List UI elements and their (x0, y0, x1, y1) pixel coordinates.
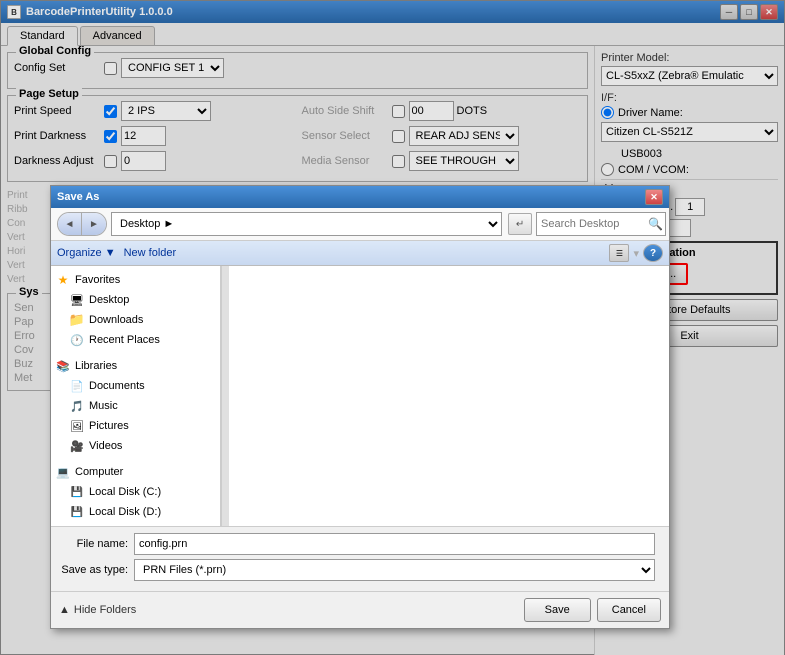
desktop-icon: 🖥 (69, 292, 85, 308)
hide-folders-label: Hide Folders (74, 604, 136, 616)
local-disk-c-label: Local Disk (C:) (89, 486, 161, 498)
action-buttons: Save Cancel (524, 598, 661, 622)
documents-label: Documents (89, 380, 145, 392)
file-list[interactable] (229, 266, 669, 526)
tree-item-music[interactable]: 🎵 Music (69, 396, 216, 416)
organize-bar: Organize ▼ New folder ☰ ▾ ? (51, 241, 669, 266)
dialog-close-button[interactable]: ✕ (645, 189, 663, 205)
view-icons-group: ☰ ▾ ? (609, 244, 663, 262)
save-as-type-combo[interactable]: PRN Files (*.prn) (134, 559, 655, 581)
favorites-label: Favorites (75, 274, 120, 286)
recent-places-icon: 🕐 (69, 332, 85, 348)
nav-forward-button[interactable]: ► (82, 213, 106, 235)
dialog-title: Save As (57, 191, 99, 203)
tree-item-computer[interactable]: 💻 Computer (55, 462, 216, 482)
local-disk-d-label: Local Disk (D:) (89, 506, 161, 518)
save-button[interactable]: Save (524, 598, 591, 622)
local-disk-d-icon: 💾 (69, 504, 85, 520)
dialog-toolbar: ◄ ► Desktop ► ↵ 🔍 (51, 208, 669, 241)
tree-item-desktop[interactable]: 🖥 Desktop (69, 290, 216, 310)
dialog-bottom: File name: Save as type: PRN Files (*.pr… (51, 526, 669, 591)
tree-item-local-disk-d[interactable]: 💾 Local Disk (D:) (69, 502, 216, 522)
new-folder-button[interactable]: New folder (124, 247, 177, 259)
music-label: Music (89, 400, 118, 412)
music-icon: 🎵 (69, 398, 85, 414)
recent-places-label: Recent Places (89, 334, 160, 346)
local-disk-c-icon: 💾 (69, 484, 85, 500)
dialog-body: ★ Favorites 🖥 Desktop 📁 Downloads 🕐 Rece… (51, 266, 669, 526)
videos-label: Videos (89, 440, 122, 452)
dialog-overlay: Save As ✕ ◄ ► Desktop ► ↵ 🔍 Organize ▼ N… (0, 0, 785, 655)
dialog-action-row: ▲ Hide Folders Save Cancel (51, 591, 669, 628)
file-tree[interactable]: ★ Favorites 🖥 Desktop 📁 Downloads 🕐 Rece… (51, 266, 221, 526)
view-icon-button[interactable]: ☰ (609, 244, 629, 262)
tree-item-libraries[interactable]: 📚 Libraries (55, 356, 216, 376)
save-as-type-row: Save as type: PRN Files (*.prn) (59, 559, 661, 581)
search-icon: 🔍 (648, 217, 663, 231)
help-button[interactable]: ? (643, 244, 663, 262)
tree-item-recent-places[interactable]: 🕐 Recent Places (69, 330, 216, 350)
separator: ▾ (633, 247, 639, 260)
nav-btn-group: ◄ ► (57, 212, 107, 236)
libraries-icon: 📚 (55, 358, 71, 374)
search-input[interactable] (536, 212, 666, 236)
pictures-label: Pictures (89, 420, 129, 432)
downloads-label: Downloads (89, 314, 143, 326)
videos-icon: 🎥 (69, 438, 85, 454)
tree-scrollbar[interactable] (221, 266, 229, 526)
tree-item-local-disk-c[interactable]: 💾 Local Disk (C:) (69, 482, 216, 502)
pictures-icon: 🖼 (69, 418, 85, 434)
dialog-titlebar: Save As ✕ (51, 186, 669, 208)
tree-item-downloads[interactable]: 📁 Downloads (69, 310, 216, 330)
organize-button[interactable]: Organize ▼ (57, 247, 116, 259)
nav-back-button[interactable]: ◄ (58, 213, 82, 235)
file-name-row: File name: (59, 533, 661, 555)
tree-item-favorites[interactable]: ★ Favorites (55, 270, 216, 290)
go-button[interactable]: ↵ (508, 213, 532, 235)
tree-item-documents[interactable]: 📄 Documents (69, 376, 216, 396)
save-as-dialog: Save As ✕ ◄ ► Desktop ► ↵ 🔍 Organize ▼ N… (50, 185, 670, 629)
path-combo[interactable]: Desktop ► (111, 212, 502, 236)
hide-folders-button[interactable]: ▲ Hide Folders (59, 604, 136, 616)
desktop-label: Desktop (89, 294, 129, 306)
downloads-icon: 📁 (69, 312, 85, 328)
cancel-button[interactable]: Cancel (597, 598, 661, 622)
tree-item-pictures[interactable]: 🖼 Pictures (69, 416, 216, 436)
libraries-label: Libraries (75, 360, 117, 372)
computer-icon: 💻 (55, 464, 71, 480)
save-as-type-label: Save as type: (59, 564, 134, 576)
hide-folders-icon: ▲ (59, 604, 70, 616)
favorites-icon: ★ (55, 272, 71, 288)
documents-icon: 📄 (69, 378, 85, 394)
file-name-label: File name: (59, 538, 134, 550)
file-name-input[interactable] (134, 533, 655, 555)
computer-label: Computer (75, 466, 123, 478)
tree-item-videos[interactable]: 🎥 Videos (69, 436, 216, 456)
